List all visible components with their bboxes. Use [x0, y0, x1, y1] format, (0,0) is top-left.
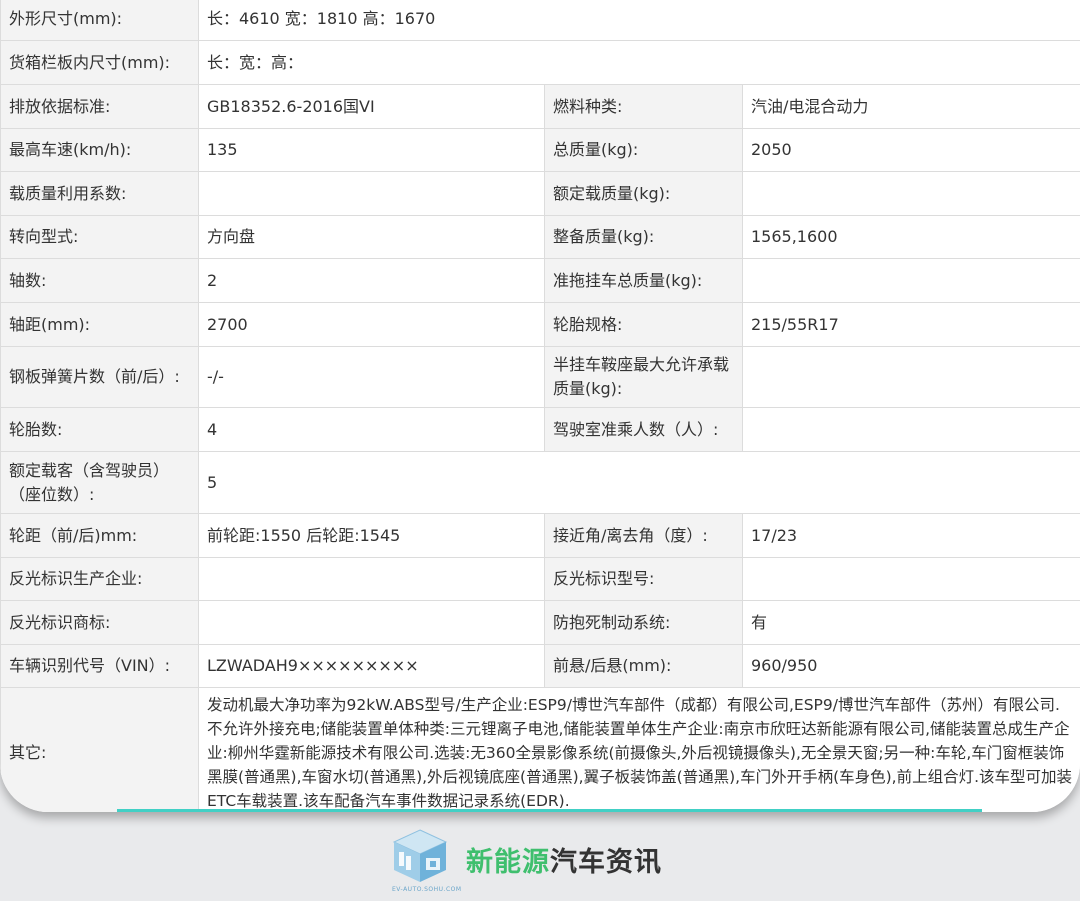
- spec-value: 2: [198, 258, 545, 303]
- spec-row: 货箱栏板内尺寸(mm): 长：宽：高：: [0, 40, 1080, 85]
- brand-url: EV-AUTO.SOHU.COM: [392, 886, 462, 893]
- spec-label: 转向型式:: [0, 215, 199, 259]
- spec-label: 燃料种类:: [544, 84, 743, 129]
- spec-value: 1565,1600: [742, 215, 1080, 259]
- spec-row: 轮距（前/后)mm: 前轮距:1550 后轮距:1545 接近角/离去角（度）: 17…: [0, 513, 1080, 558]
- spec-label: 驾驶室准乘人数（人）:: [544, 407, 743, 452]
- spec-row: 载质量利用系数: 额定载质量(kg):: [0, 171, 1080, 216]
- spec-value: [742, 557, 1080, 601]
- spec-label: 接近角/离去角（度）:: [544, 513, 743, 558]
- spec-value: [198, 600, 545, 645]
- spec-value: 4: [198, 407, 545, 452]
- accent-bar: [117, 809, 982, 812]
- spec-row: 反光标识商标: 防抱死制动系统: 有: [0, 600, 1080, 645]
- spec-row-other: 其它: 发动机最大净功率为92kW.ABS型号/生产企业:ESP9/博世汽车部件（…: [0, 687, 1080, 812]
- spec-row: 外形尺寸(mm): 长：4610 宽：1810 高：1670: [0, 0, 1080, 41]
- spec-value: 2050: [742, 128, 1080, 172]
- spec-value: 有: [742, 600, 1080, 645]
- spec-value: 215/55R17: [742, 302, 1080, 347]
- spec-value: [198, 557, 545, 601]
- spec-value: [742, 407, 1080, 452]
- spec-row: 转向型式: 方向盘 整备质量(kg): 1565,1600: [0, 215, 1080, 259]
- spec-label: 钢板弹簧片数（前/后）:: [0, 346, 199, 408]
- spec-label: 轮胎规格:: [544, 302, 743, 347]
- spec-value: [742, 258, 1080, 303]
- spec-value: GB18352.6-2016国VI: [198, 84, 545, 129]
- spec-value: [742, 171, 1080, 216]
- spec-value: 汽油/电混合动力: [742, 84, 1080, 129]
- spec-label: 排放依据标准:: [0, 84, 199, 129]
- spec-value: [742, 346, 1080, 408]
- brand-name: 新能源汽车资讯: [466, 847, 662, 878]
- spec-label: 前悬/后悬(mm):: [544, 644, 743, 688]
- spec-label: 整备质量(kg):: [544, 215, 743, 259]
- spec-label: 载质量利用系数:: [0, 171, 199, 216]
- spec-table: 外形尺寸(mm): 长：4610 宽：1810 高：1670 货箱栏板内尺寸(mm)…: [0, 0, 1080, 812]
- spec-row: 轮胎数: 4 驾驶室准乘人数（人）:: [0, 407, 1080, 452]
- spec-value: LZWADAH9×××××××××: [198, 644, 545, 688]
- spec-value: -/-: [198, 346, 545, 408]
- spec-label: 防抱死制动系统:: [544, 600, 743, 645]
- spec-label: 轮胎数:: [0, 407, 199, 452]
- spec-row: 轴距(mm): 2700 轮胎规格: 215/55R17: [0, 302, 1080, 347]
- spec-row: 最高车速(km/h): 135 总质量(kg): 2050: [0, 128, 1080, 172]
- spec-value: 2700: [198, 302, 545, 347]
- spec-label: 反光标识商标:: [0, 600, 199, 645]
- spec-value: 长：宽：高：: [198, 40, 1080, 85]
- spec-label: 准拖挂车总质量(kg):: [544, 258, 743, 303]
- spec-label: 反光标识型号:: [544, 557, 743, 601]
- spec-value: 前轮距:1550 后轮距:1545: [198, 513, 545, 558]
- spec-card: 外形尺寸(mm): 长：4610 宽：1810 高：1670 货箱栏板内尺寸(mm)…: [0, 0, 1080, 812]
- spec-label: 总质量(kg):: [544, 128, 743, 172]
- spec-value: [198, 171, 545, 216]
- spec-label: 轴距(mm):: [0, 302, 199, 347]
- spec-value: 960/950: [742, 644, 1080, 688]
- spec-label: 车辆识别代号（VIN）:: [0, 644, 199, 688]
- spec-row: 车辆识别代号（VIN）: LZWADAH9××××××××× 前悬/后悬(mm): 9…: [0, 644, 1080, 688]
- spec-value: 17/23: [742, 513, 1080, 558]
- spec-value: 方向盘: [198, 215, 545, 259]
- spec-row: 额定载客（含驾驶员）（座位数）: 5: [0, 451, 1080, 514]
- spec-label: 额定载质量(kg):: [544, 171, 743, 216]
- spec-row: 反光标识生产企业: 反光标识型号:: [0, 557, 1080, 601]
- footer-logo: 新能源汽车资讯 EV-AUTO.SOHU.COM: [390, 826, 690, 898]
- spec-value: 长：4610 宽：1810 高：1670: [198, 0, 1080, 41]
- spec-label: 轮距（前/后)mm:: [0, 513, 199, 558]
- spec-label: 额定载客（含驾驶员）（座位数）:: [0, 451, 199, 514]
- spec-label: 外形尺寸(mm):: [0, 0, 199, 41]
- spec-label: 轴数:: [0, 258, 199, 303]
- spec-row: 轴数: 2 准拖挂车总质量(kg):: [0, 258, 1080, 303]
- spec-label: 反光标识生产企业:: [0, 557, 199, 601]
- spec-label: 半挂车鞍座最大允许承载质量(kg):: [544, 346, 743, 408]
- spec-value: 5: [198, 451, 1080, 514]
- spec-label: 货箱栏板内尺寸(mm):: [0, 40, 199, 85]
- spec-row: 钢板弹簧片数（前/后）: -/- 半挂车鞍座最大允许承载质量(kg):: [0, 346, 1080, 408]
- spec-row: 排放依据标准: GB18352.6-2016国VI 燃料种类: 汽油/电混合动力: [0, 84, 1080, 129]
- other-text: 发动机最大净功率为92kW.ABS型号/生产企业:ESP9/博世汽车部件（成都）…: [198, 687, 1080, 812]
- cube-logo-icon: [390, 826, 450, 888]
- spec-value: 135: [198, 128, 545, 172]
- spec-label: 最高车速(km/h):: [0, 128, 199, 172]
- other-label: 其它:: [0, 687, 199, 812]
